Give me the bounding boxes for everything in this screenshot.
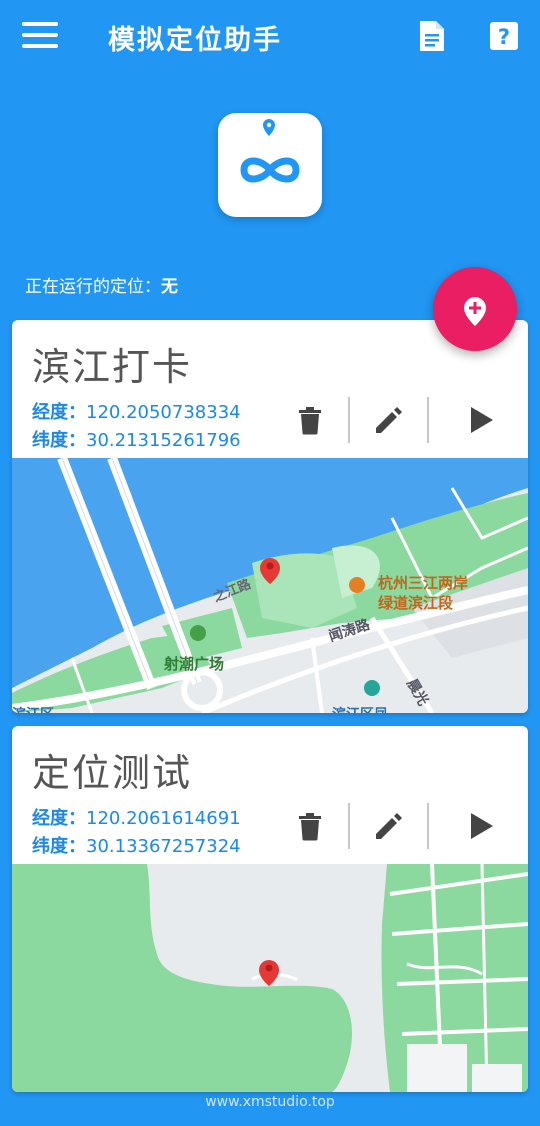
latitude: 纬度：30.13367257324 [32, 832, 241, 858]
map-label-partial: 滨江区凤 [332, 704, 388, 713]
location-map[interactable]: 杭州三江两岸 绿道滨江段 射潮广场 之江路 闻涛路 晨光 滨江区凤 滨江区 [12, 456, 528, 713]
location-name: 滨江打卡 [32, 345, 193, 389]
app-bar: 模拟定位助手 ? [0, 0, 540, 72]
pencil-icon [376, 407, 402, 433]
longitude-label: 经度： [32, 402, 86, 423]
footer-link[interactable]: www.xmstudio.top [0, 1094, 540, 1110]
divider [427, 803, 429, 849]
latitude-value: 30.21315261796 [86, 430, 241, 451]
help-icon[interactable]: ? [489, 21, 519, 51]
svg-text:?: ? [498, 25, 510, 49]
map-label-poi-sub: 绿道滨江段 [378, 594, 454, 612]
app-logo [218, 113, 322, 217]
app-title: 模拟定位助手 [108, 25, 282, 56]
map-label-poi: 杭州三江两岸 [378, 574, 469, 592]
menu-icon[interactable] [22, 22, 62, 52]
running-label: 正在运行的定位： [25, 277, 161, 297]
trash-icon [299, 813, 321, 841]
location-card[interactable]: 定位测试 经度：120.2061614691 纬度：30.13367257324 [12, 726, 528, 1092]
latitude-value: 30.13367257324 [86, 836, 241, 857]
delete-button[interactable] [290, 400, 330, 440]
longitude: 经度：120.2050738334 [32, 398, 241, 424]
play-icon [471, 407, 493, 433]
running-value: 无 [161, 277, 178, 297]
longitude-value: 120.2050738334 [86, 402, 241, 423]
trash-icon [299, 407, 321, 435]
location-name: 定位测试 [32, 751, 193, 795]
pencil-icon [376, 813, 402, 839]
map-image [12, 863, 528, 1092]
map-label-square: 射潮广场 [164, 655, 225, 673]
add-location-button[interactable] [433, 267, 517, 351]
latitude: 纬度：30.21315261796 [32, 426, 241, 452]
delete-button[interactable] [290, 806, 330, 846]
running-status: 正在运行的定位：无 [25, 272, 178, 297]
map-label-partial: 滨江区 [12, 704, 54, 713]
document-icon[interactable] [418, 19, 446, 53]
play-button[interactable] [462, 400, 502, 440]
play-icon [471, 813, 493, 839]
divider [348, 397, 350, 443]
latitude-label: 纬度： [32, 836, 86, 857]
infinity-location-icon [240, 119, 300, 183]
play-button[interactable] [462, 806, 502, 846]
longitude-label: 经度： [32, 808, 86, 829]
location-card[interactable]: 滨江打卡 经度：120.2050738334 纬度：30.21315261796 [12, 320, 528, 713]
add-location-icon [464, 297, 486, 326]
location-map[interactable] [12, 863, 528, 1092]
longitude-value: 120.2061614691 [86, 808, 241, 829]
latitude-label: 纬度： [32, 430, 86, 451]
edit-button[interactable] [368, 400, 408, 440]
longitude: 经度：120.2061614691 [32, 804, 241, 830]
divider [348, 803, 350, 849]
edit-button[interactable] [368, 806, 408, 846]
divider [427, 397, 429, 443]
